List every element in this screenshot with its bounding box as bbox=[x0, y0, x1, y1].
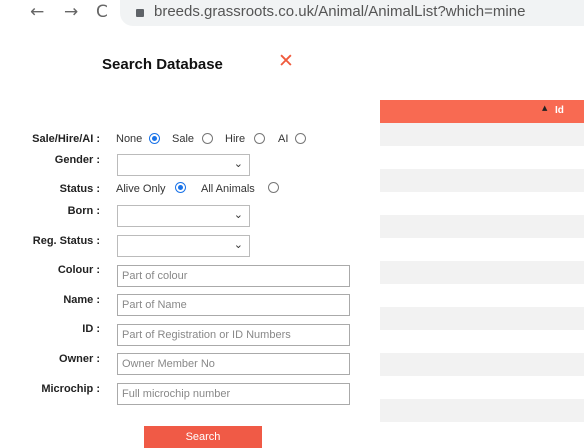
radio-sale[interactable] bbox=[202, 133, 213, 144]
url-text: breeds.grassroots.co.uk/Animal/AnimalLis… bbox=[154, 3, 526, 20]
colour-input[interactable]: Part of colour bbox=[117, 265, 350, 287]
table-header[interactable]: ▲ Id bbox=[380, 100, 584, 123]
table-row[interactable] bbox=[380, 330, 584, 353]
born-select[interactable]: ⌄ bbox=[117, 205, 250, 227]
owner-input[interactable]: Owner Member No bbox=[117, 353, 350, 375]
chevron-down-icon: ⌄ bbox=[233, 238, 243, 251]
reg-status-label: Reg. Status : bbox=[32, 235, 100, 247]
results-table: ▲ Id bbox=[380, 100, 584, 422]
sale-hire-ai-label: Sale/Hire/AI : bbox=[32, 133, 100, 145]
option-alive-only-label: Alive Only bbox=[116, 183, 166, 195]
back-icon[interactable]: ← bbox=[30, 2, 44, 22]
browser-toolbar: ← → C breeds.grassroots.co.uk/Animal/Ani… bbox=[0, 0, 584, 30]
radio-hire[interactable] bbox=[254, 133, 265, 144]
microchip-label: Microchip : bbox=[41, 383, 100, 395]
chevron-down-icon: ⌄ bbox=[233, 208, 243, 221]
gender-select[interactable]: ⌄ bbox=[117, 154, 250, 176]
table-row[interactable] bbox=[380, 215, 584, 238]
radio-none[interactable] bbox=[149, 133, 160, 144]
table-row[interactable] bbox=[380, 376, 584, 399]
colour-label: Colour : bbox=[57, 264, 100, 276]
table-row[interactable] bbox=[380, 261, 584, 284]
option-all-animals-label: All Animals bbox=[201, 183, 255, 195]
reload-icon[interactable]: C bbox=[96, 2, 108, 22]
option-hire-label: Hire bbox=[225, 133, 246, 145]
table-row[interactable] bbox=[380, 238, 584, 261]
id-input[interactable]: Part of Registration or ID Numbers bbox=[117, 324, 350, 346]
dialog-title: Search Database bbox=[102, 56, 223, 73]
radio-all-animals[interactable] bbox=[268, 182, 279, 193]
address-bar[interactable]: breeds.grassroots.co.uk/Animal/AnimalLis… bbox=[120, 0, 584, 26]
search-button[interactable]: Search bbox=[144, 426, 262, 448]
born-label: Born : bbox=[67, 205, 100, 217]
table-row[interactable] bbox=[380, 146, 584, 169]
table-row[interactable] bbox=[380, 169, 584, 192]
owner-label: Owner : bbox=[59, 353, 100, 365]
name-label: Name : bbox=[63, 294, 100, 306]
status-label: Status : bbox=[59, 183, 100, 195]
radio-alive-only[interactable] bbox=[175, 182, 186, 193]
gender-label: Gender : bbox=[54, 154, 100, 166]
option-none-label: None bbox=[116, 133, 143, 145]
id-label: ID : bbox=[82, 323, 100, 335]
radio-ai[interactable] bbox=[295, 133, 306, 144]
table-row[interactable] bbox=[380, 284, 584, 307]
table-row[interactable] bbox=[380, 399, 584, 422]
sort-ascending-icon: ▲ bbox=[542, 104, 548, 112]
table-row[interactable] bbox=[380, 192, 584, 215]
column-header-id: Id bbox=[555, 105, 564, 116]
chevron-down-icon: ⌄ bbox=[233, 157, 243, 170]
table-row[interactable] bbox=[380, 307, 584, 330]
option-sale-label: Sale bbox=[172, 133, 195, 145]
microchip-input[interactable]: Full microchip number bbox=[117, 383, 350, 405]
site-info-icon[interactable] bbox=[136, 9, 144, 17]
table-row[interactable] bbox=[380, 353, 584, 376]
table-row[interactable] bbox=[380, 123, 584, 146]
option-ai-label: AI bbox=[278, 133, 289, 145]
close-icon[interactable]: ✕ bbox=[278, 50, 294, 72]
reg-status-select[interactable]: ⌄ bbox=[117, 235, 250, 257]
forward-icon[interactable]: → bbox=[64, 2, 78, 22]
name-input[interactable]: Part of Name bbox=[117, 294, 350, 316]
